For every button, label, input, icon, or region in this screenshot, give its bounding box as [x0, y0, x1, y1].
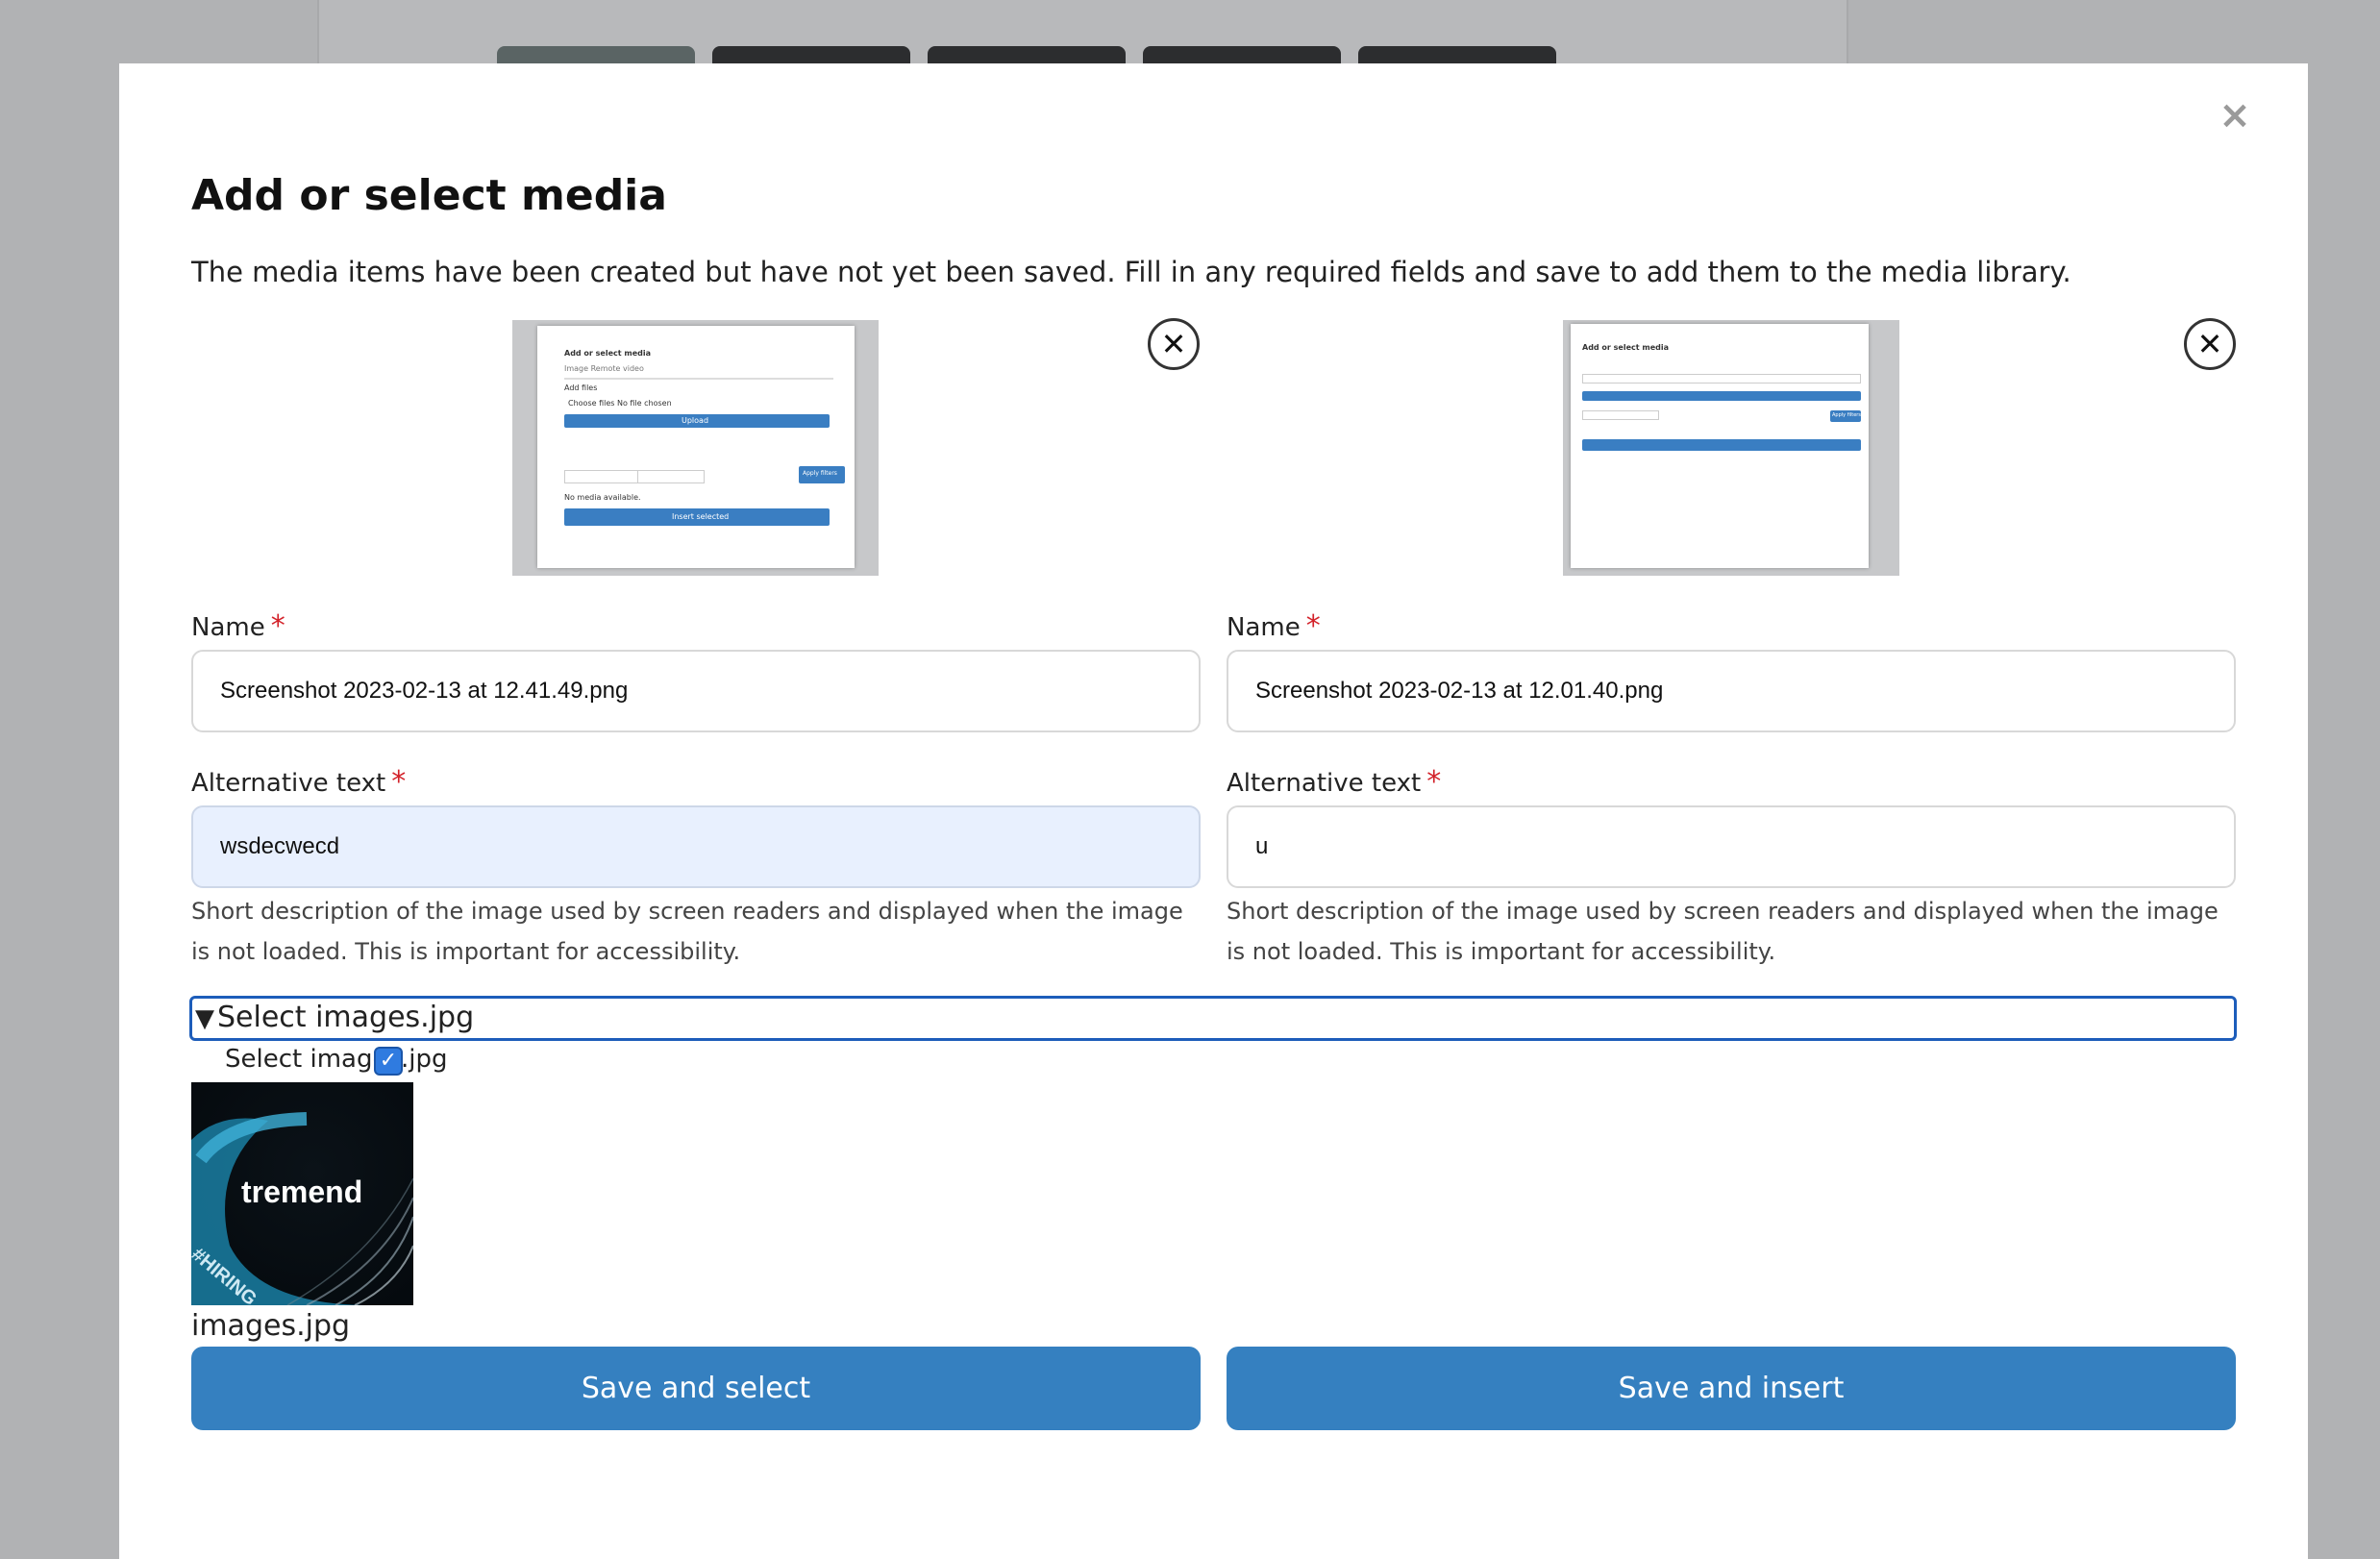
alt-text-label: Alternative text * — [191, 765, 407, 799]
name-label: Name * — [191, 609, 285, 643]
media-thumbnail: Add or select media Apply filters — [1563, 320, 1899, 576]
name-input[interactable]: Screenshot 2023-02-13 at 12.41.49.png — [191, 650, 1201, 732]
required-marker: * — [1305, 609, 1321, 643]
select-image-checkbox-label: Select images.jpg — [225, 1045, 448, 1074]
thumbnail-screenshot: Add or select media Apply filters — [1571, 324, 1869, 568]
remove-media-button[interactable]: ✕ — [2184, 318, 2236, 370]
alt-text-help: Short description of the image used by s… — [191, 898, 1183, 965]
library-image-caption: images.jpg — [191, 1309, 351, 1343]
save-and-select-button[interactable]: Save and select — [191, 1347, 1201, 1430]
close-icon[interactable]: × — [2216, 96, 2254, 135]
select-image-checkbox[interactable]: ✓ — [374, 1047, 403, 1076]
required-marker: * — [391, 765, 407, 799]
name-label: Name * — [1227, 609, 1321, 643]
name-input[interactable]: Screenshot 2023-02-13 at 12.01.40.png — [1227, 650, 2236, 732]
alt-text-label: Alternative text * — [1227, 765, 1442, 799]
media-thumbnail: Add or select media Image Remote video A… — [512, 320, 879, 576]
save-and-insert-button[interactable]: Save and insert — [1227, 1347, 2236, 1430]
summary-label: Select images.jpg — [217, 1001, 475, 1034]
required-marker: * — [270, 609, 285, 643]
required-marker: * — [1426, 765, 1442, 799]
alt-text-help: Short description of the image used by s… — [1227, 898, 2219, 965]
image-logo-text: tremend — [241, 1175, 363, 1209]
triangle-down-icon: ▼ — [195, 1004, 214, 1033]
remove-media-button[interactable]: ✕ — [1148, 318, 1200, 370]
library-image-thumbnail[interactable]: tremend #HIRING — [191, 1082, 413, 1305]
thumbnail-screenshot: Add or select media Image Remote video A… — [537, 326, 855, 568]
alt-text-input[interactable]: u — [1227, 805, 2236, 888]
select-images-summary[interactable]: ▼ Select images.jpg — [189, 996, 2237, 1041]
alt-text-input[interactable]: wsdecwecd — [191, 805, 1201, 888]
modal-title: Add or select media — [191, 171, 667, 220]
modal-intro: The media items have been created but ha… — [191, 256, 2071, 288]
